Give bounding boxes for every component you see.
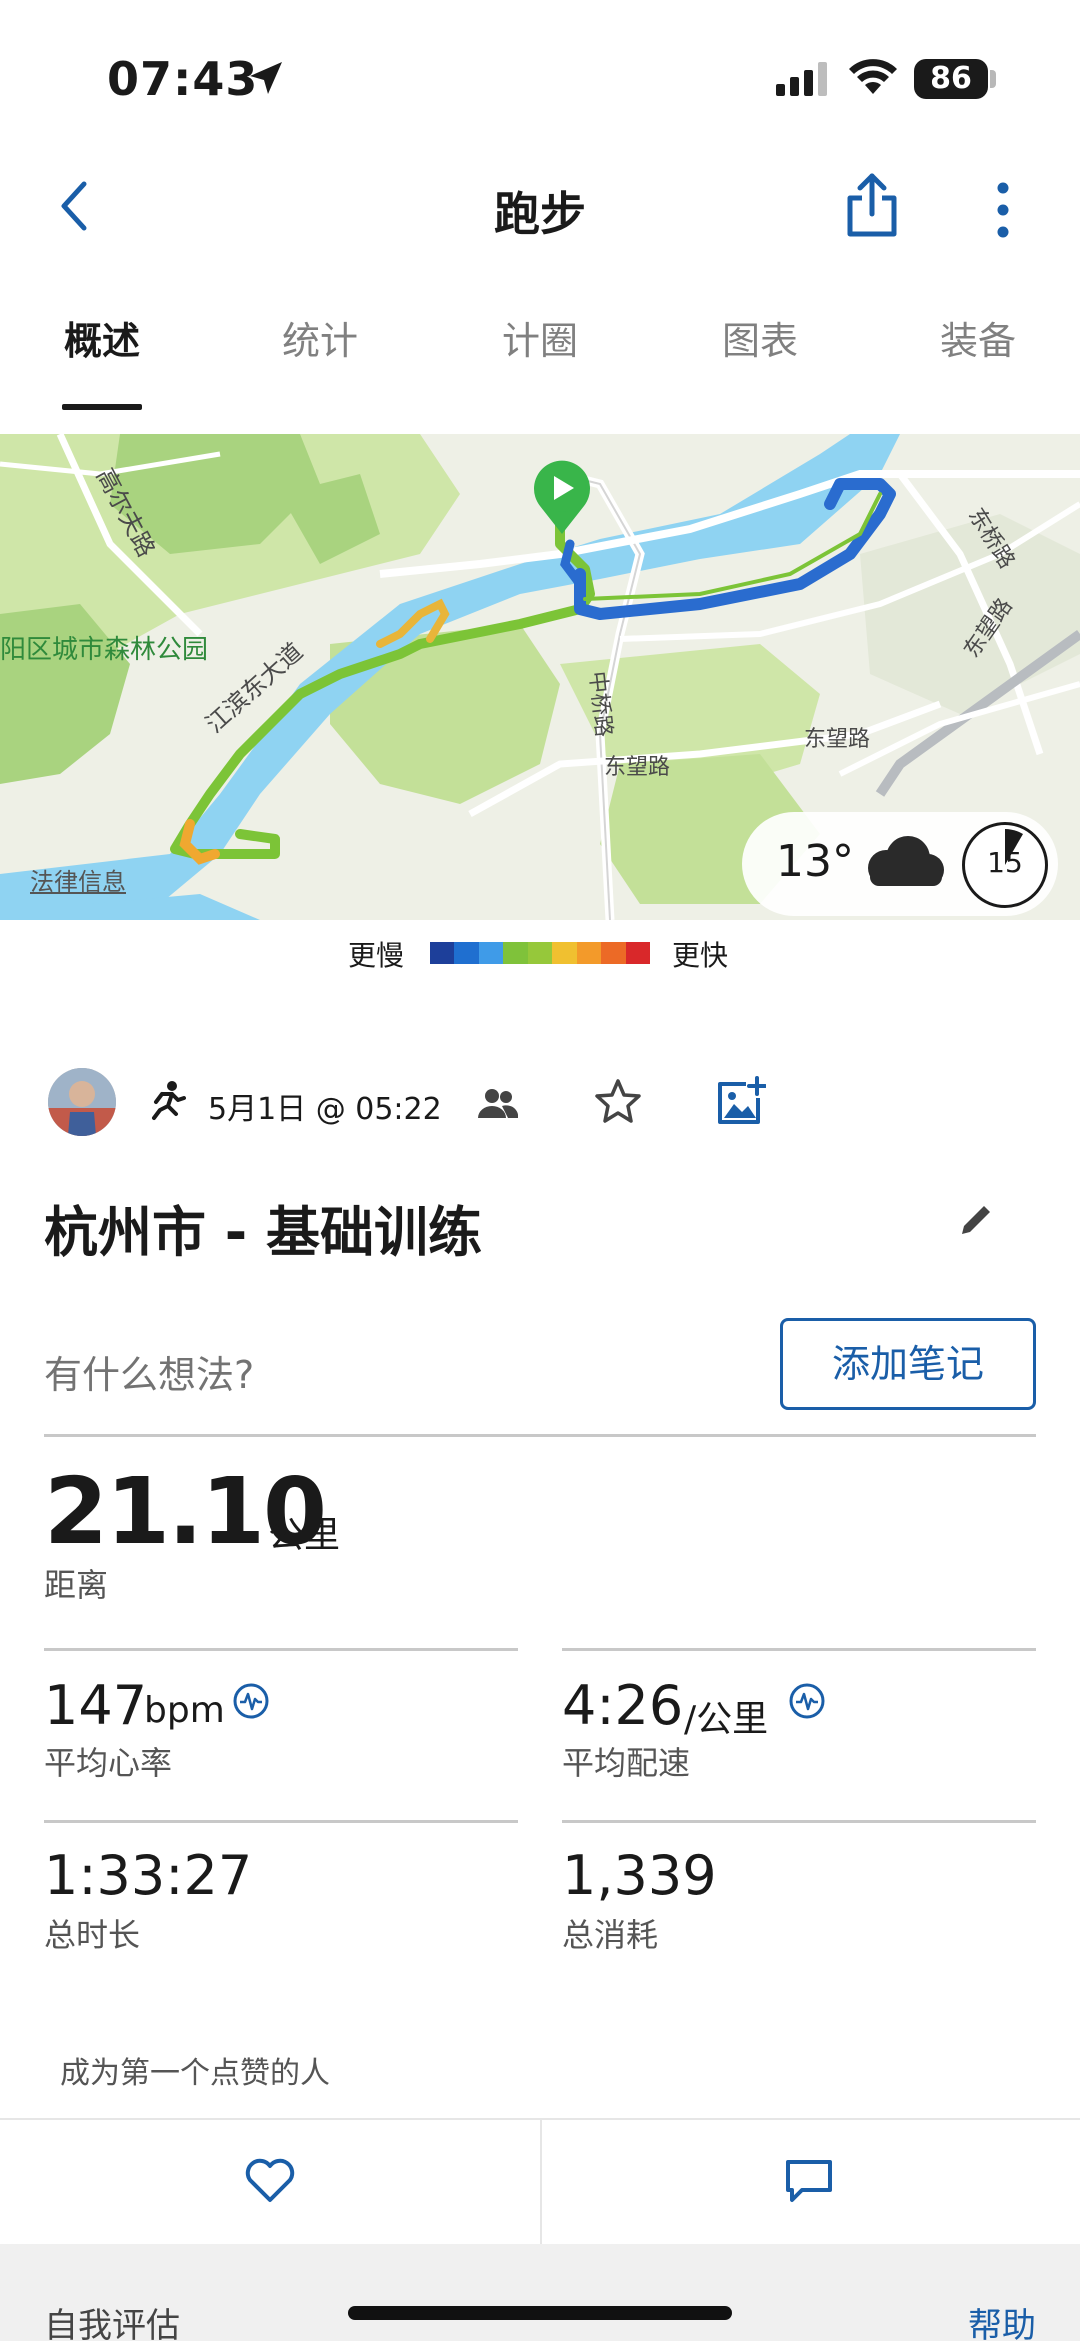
pace-chart-icon[interactable] xyxy=(788,1682,826,1720)
heart-rate-label: 平均心率 xyxy=(44,1744,173,1782)
add-note-button[interactable]: 添加笔记 xyxy=(780,1318,1036,1410)
clock-badge-label: 15 xyxy=(987,846,1023,879)
wifi-icon xyxy=(849,59,897,94)
divider xyxy=(44,1434,1036,1437)
duration-value: 1:33:27 xyxy=(44,1844,253,1907)
pace-color-swatch xyxy=(576,942,602,964)
action-bar-separator xyxy=(540,2118,542,2244)
tab-gear[interactable]: 装备 xyxy=(908,310,1048,365)
heart-rate-unit: bpm xyxy=(144,1690,225,1731)
legal-info-link[interactable]: 法律信息 xyxy=(30,862,126,897)
pace-color-swatch xyxy=(552,942,577,964)
pace-color-swatch xyxy=(601,942,626,964)
likes-text: 成为第一个点赞的人 xyxy=(60,2056,330,2091)
divider xyxy=(562,1820,1036,1823)
tab-stats[interactable]: 统计 xyxy=(250,310,390,365)
battery-cap xyxy=(990,70,996,88)
calories-label: 总消耗 xyxy=(562,1916,659,1954)
edit-pencil-icon[interactable] xyxy=(956,1200,996,1240)
share-icon[interactable] xyxy=(842,170,902,240)
divider xyxy=(44,1648,518,1651)
tab-charts[interactable]: 图表 xyxy=(690,310,830,365)
legend-fast-label: 更快 xyxy=(672,939,729,972)
avatar[interactable] xyxy=(48,1068,116,1136)
pace-label: 平均配速 xyxy=(562,1744,691,1782)
status-bar: 07:43 86 xyxy=(0,0,1080,150)
page-title: 跑步 xyxy=(494,187,586,241)
status-time: 07:43 xyxy=(107,52,259,106)
activity-datetime: 5月1日 @ 05:22 xyxy=(208,1092,442,1127)
cellular-signal-icon xyxy=(776,62,827,96)
more-options-icon[interactable] xyxy=(990,180,1016,240)
pace-color-swatch xyxy=(527,942,553,964)
heart-rate-chart-icon[interactable] xyxy=(232,1682,270,1720)
map-label-park: 阳区城市森林公园 xyxy=(0,634,208,664)
pace-value: 4:26 xyxy=(562,1674,684,1737)
tab-bar: 概述 统计 计圈 图表 装备 xyxy=(0,310,1080,410)
cloud-icon xyxy=(868,836,944,886)
tab-overview[interactable]: 概述 xyxy=(32,310,172,365)
map-label-road: 东望路 xyxy=(804,726,870,751)
people-icon[interactable] xyxy=(478,1088,518,1118)
pace-color-swatch xyxy=(430,942,455,964)
distance-unit: 公里 xyxy=(268,1515,341,1556)
divider xyxy=(44,1820,518,1823)
running-icon xyxy=(152,1081,186,1120)
self-evaluation-link[interactable]: 自我评估 xyxy=(44,2298,180,2341)
weather-temperature: 13° xyxy=(776,836,854,887)
pace-color-swatch xyxy=(503,942,528,964)
map-label-road: 东望路 xyxy=(604,754,670,779)
pace-color-scale xyxy=(430,942,650,964)
tab-laps[interactable]: 计圈 xyxy=(470,310,610,365)
pace-color-swatch xyxy=(625,942,650,964)
activity-title: 杭州市 - 基础训练 xyxy=(44,1201,483,1264)
distance-label: 距离 xyxy=(44,1566,109,1604)
comment-icon[interactable] xyxy=(784,2158,834,2204)
pace-color-swatch xyxy=(478,942,504,964)
note-prompt[interactable]: 有什么想法? xyxy=(44,1344,254,1399)
heart-icon[interactable] xyxy=(244,2158,296,2204)
heart-rate-value: 147 xyxy=(44,1674,148,1737)
home-indicator xyxy=(348,2306,732,2320)
duration-label: 总时长 xyxy=(44,1916,141,1954)
add-photo-icon[interactable] xyxy=(716,1076,766,1126)
legend-slow-label: 更慢 xyxy=(348,939,405,972)
calories-value: 1,339 xyxy=(562,1844,717,1907)
divider xyxy=(562,1648,1036,1651)
star-icon[interactable] xyxy=(594,1078,642,1124)
location-arrow-icon xyxy=(250,62,282,94)
pace-unit: /公里 xyxy=(684,1699,769,1740)
pace-color-swatch xyxy=(454,942,479,964)
help-link[interactable]: 帮助 xyxy=(968,2298,1036,2341)
battery-indicator: 86 xyxy=(914,59,988,99)
active-tab-indicator xyxy=(62,404,142,410)
